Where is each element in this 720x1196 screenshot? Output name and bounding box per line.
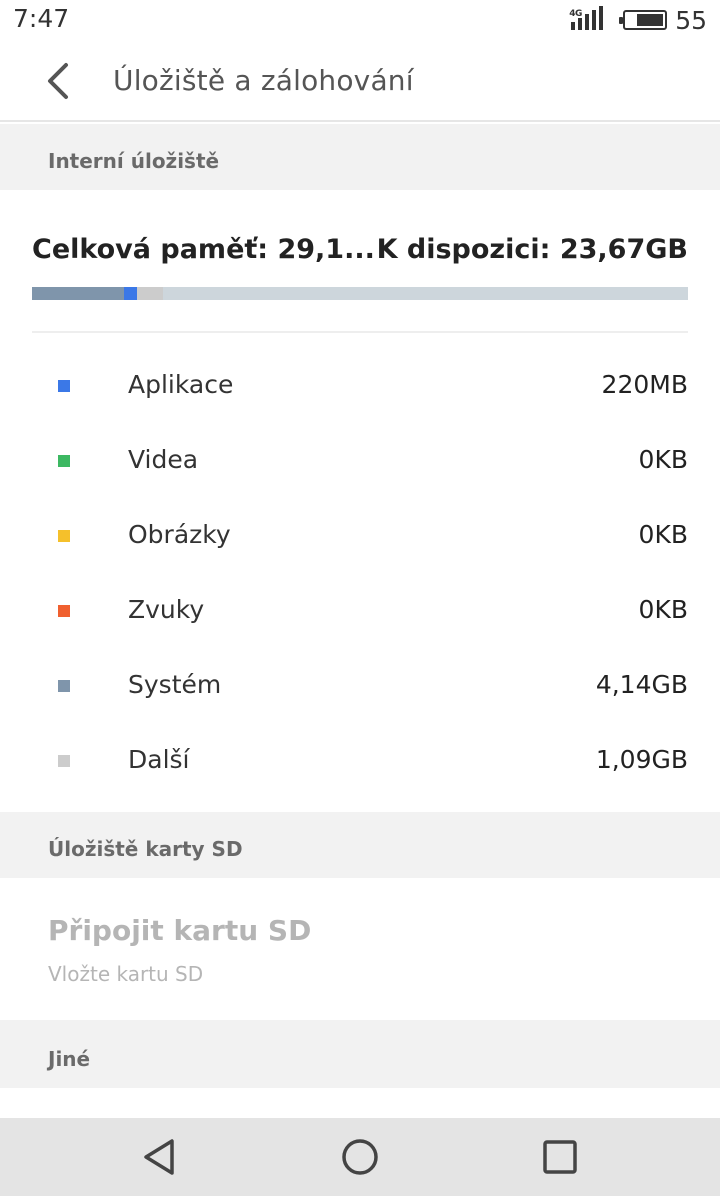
storage-usage-bar (32, 287, 688, 300)
section-title-sd: Úložiště karty SD (48, 837, 243, 861)
triangle-back-icon (144, 1139, 174, 1175)
status-icons: 4G 55 (569, 4, 707, 36)
other-color-swatch (58, 755, 70, 767)
available-memory-text: K dispozici: 23,67GB (376, 234, 688, 265)
section-header-other: Jiné (0, 1020, 720, 1088)
category-row-sounds[interactable]: Zvuky 0KB (0, 575, 720, 650)
nav-back-button[interactable] (138, 1135, 182, 1179)
usage-segment-system (32, 287, 124, 300)
storage-totals: Celková paměť: 29,1... K dispozici: 23,6… (32, 234, 688, 270)
mount-sd-subtitle: Vložte kartu SD (48, 962, 204, 986)
category-label: Systém (128, 670, 222, 699)
section-title-other: Jiné (48, 1047, 91, 1071)
category-size: 220MB (601, 370, 688, 399)
category-label: Videa (128, 445, 199, 474)
apps-color-swatch (58, 380, 70, 392)
section-header-sd: Úložiště karty SD (0, 812, 720, 878)
mount-sd-title: Připojit kartu SD (48, 914, 312, 947)
back-button[interactable] (34, 58, 80, 104)
internal-storage-card: Celková paměť: 29,1... K dispozici: 23,6… (0, 190, 720, 812)
category-row-system[interactable]: Systém 4,14GB (0, 650, 720, 725)
images-color-swatch (58, 530, 70, 542)
usage-segment-apps (123, 287, 137, 300)
category-size: 0KB (638, 595, 688, 624)
page-title: Úložiště a zálohování (113, 64, 414, 97)
category-row-other[interactable]: Další 1,09GB (0, 725, 720, 800)
system-color-swatch (58, 680, 70, 692)
nav-home-button[interactable] (338, 1135, 382, 1179)
sounds-color-swatch (58, 605, 70, 617)
square-recents-icon (543, 1140, 577, 1174)
battery-level: 55 (675, 5, 707, 35)
category-size: 4,14GB (595, 670, 688, 699)
app-bar: Úložiště a zálohování (0, 40, 720, 122)
circle-home-icon (342, 1139, 378, 1175)
category-row-videos[interactable]: Videa 0KB (0, 425, 720, 500)
category-size: 0KB (638, 520, 688, 549)
category-label: Aplikace (128, 370, 234, 399)
status-time: 7:47 (13, 4, 70, 33)
category-size: 0KB (638, 445, 688, 474)
battery-icon (619, 10, 668, 30)
navigation-bar (0, 1118, 720, 1196)
total-memory-text: Celková paměť: 29,1... (32, 234, 375, 265)
category-label: Zvuky (128, 595, 205, 624)
status-bar: 7:47 4G 55 (0, 0, 720, 40)
category-row-apps[interactable]: Aplikace 220MB (0, 350, 720, 425)
section-header-internal: Interní úložiště (0, 124, 720, 190)
category-label: Obrázky (128, 520, 231, 549)
signal-icon: 4G (569, 6, 609, 33)
usage-segment-other (136, 287, 164, 300)
back-arrow-icon (48, 63, 68, 99)
videos-color-swatch (58, 455, 70, 467)
mount-sd-item[interactable]: Připojit kartu SD Vložte kartu SD (0, 878, 720, 1020)
category-size: 1,09GB (595, 745, 688, 774)
category-row-images[interactable]: Obrázky 0KB (0, 500, 720, 575)
category-label: Další (128, 745, 190, 774)
divider (32, 331, 688, 333)
section-title-internal: Interní úložiště (48, 149, 220, 173)
nav-recents-button[interactable] (538, 1135, 582, 1179)
